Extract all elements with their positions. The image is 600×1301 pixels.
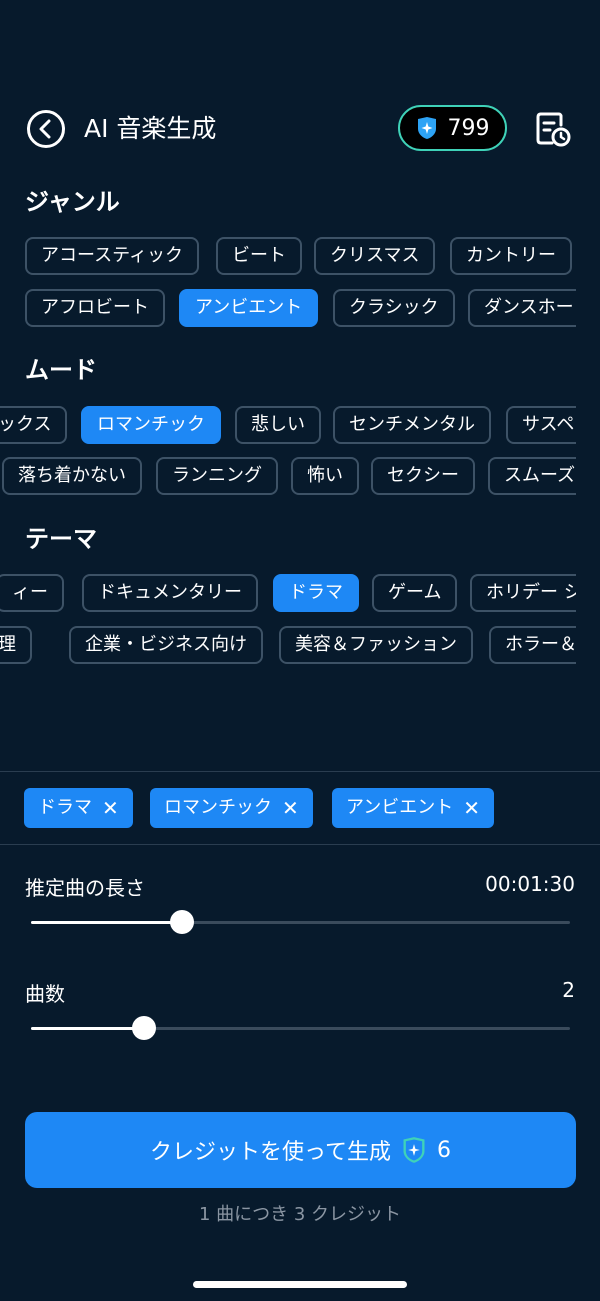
chip-genre-christmas[interactable]: クリスマス (314, 237, 436, 275)
close-icon[interactable]: ✕ (102, 788, 119, 828)
chip-mood-suspense[interactable]: サスペ (506, 406, 576, 444)
chip-mood-scary[interactable]: 怖い (291, 457, 359, 495)
screen: AI 音楽生成 799 ジャンル アコースティック ビート クリスマス カントリ… (0, 0, 600, 1301)
selected-tag-ambient[interactable]: アンビエント ✕ (332, 788, 495, 828)
generate-cost: 6 (436, 1137, 451, 1163)
length-slider-fill (31, 921, 182, 924)
credit-count: 799 (447, 115, 490, 141)
history-clock-icon (536, 112, 571, 147)
chip-mood-sad[interactable]: 悲しい (235, 406, 321, 444)
selected-tag-label: アンビエント (346, 797, 454, 818)
length-value: 00:01:30 (485, 872, 575, 896)
chip-theme-beauty-fashion[interactable]: 美容＆ファッション (279, 626, 473, 664)
credit-per-song-note: 1 曲につき 3 クレジット (198, 1204, 402, 1225)
chip-theme-business[interactable]: 企業・ビジネス向け (69, 626, 263, 664)
count-slider-fill (31, 1027, 144, 1030)
home-indicator (193, 1281, 407, 1288)
genre-row-2: アフロビート アンビエント クラシック ダンスホー (25, 289, 576, 327)
chip-theme-game[interactable]: ゲーム (372, 574, 458, 612)
count-slider-track[interactable] (31, 1016, 570, 1040)
chip-theme-drama[interactable]: ドラマ (273, 574, 359, 612)
chip-genre-afrobeat[interactable]: アフロビート (25, 289, 165, 327)
selected-tag-drama[interactable]: ドラマ ✕ (24, 788, 133, 828)
length-slider-track[interactable] (31, 910, 570, 934)
selected-tag-romantic[interactable]: ロマンチック ✕ (150, 788, 313, 828)
chip-genre-country[interactable]: カントリー (450, 237, 572, 275)
chip-theme-cooking[interactable]: 理 (0, 626, 32, 664)
selected-tag-label: ロマンチック (164, 797, 272, 818)
chip-mood-restless[interactable]: 落ち着かない (2, 457, 142, 495)
genre-row-1: アコースティック ビート クリスマス カントリー (25, 237, 576, 275)
credit-shield-icon (403, 1137, 425, 1163)
selected-tag-label: ドラマ (38, 797, 92, 818)
count-value: 2 (562, 978, 575, 1002)
chip-genre-classic[interactable]: クラシック (333, 289, 455, 327)
close-icon[interactable]: ✕ (282, 788, 299, 828)
chevron-left-icon (39, 119, 51, 139)
count-label: 曲数 (25, 982, 65, 1006)
chip-mood-relax[interactable]: ックス (0, 406, 68, 444)
chip-mood-smooth[interactable]: スムーズ (488, 457, 576, 495)
theme-row-1: ィー ドキュメンタリー ドラマ ゲーム ホリデー シ (0, 574, 576, 612)
chip-mood-romantic[interactable]: ロマンチック (81, 406, 221, 444)
credit-balance[interactable]: 799 (398, 105, 507, 151)
credit-shield-icon (417, 117, 436, 139)
mood-row-1: ックス ロマンチック 悲しい センチメンタル サスペ (0, 406, 576, 444)
genre-section-title: ジャンル (25, 188, 120, 216)
divider-top (0, 771, 600, 772)
divider-bottom (0, 844, 600, 845)
theme-row-2: 理 企業・ビジネス向け 美容＆ファッション ホラー＆ (0, 626, 576, 664)
chip-theme-documentary[interactable]: ドキュメンタリー (82, 574, 258, 612)
chip-genre-beat[interactable]: ビート (216, 237, 302, 275)
chip-theme-horror[interactable]: ホラー＆ (489, 626, 576, 664)
chip-genre-dancehall[interactable]: ダンスホー (468, 289, 576, 327)
close-icon[interactable]: ✕ (463, 788, 480, 828)
theme-section-title: テーマ (25, 525, 97, 553)
mood-section-title: ムード (25, 356, 97, 384)
page-title: AI 音楽生成 (84, 114, 217, 143)
history-button[interactable] (535, 111, 571, 147)
back-button[interactable] (27, 110, 65, 148)
length-label: 推定曲の長さ (25, 876, 145, 900)
chip-mood-sexy[interactable]: セクシー (371, 457, 475, 495)
generate-button[interactable]: クレジットを使って生成 6 (25, 1112, 576, 1188)
count-slider-thumb[interactable] (132, 1016, 156, 1040)
length-slider-thumb[interactable] (170, 910, 194, 934)
chip-genre-ambient[interactable]: アンビエント (179, 289, 319, 327)
chip-genre-acoustic[interactable]: アコースティック (25, 237, 200, 275)
mood-row-2: 落ち着かない ランニング 怖い セクシー スムーズ (0, 457, 576, 495)
chip-mood-running[interactable]: ランニング (156, 457, 278, 495)
chip-theme-holiday[interactable]: ホリデー シ (470, 574, 576, 612)
chip-theme-party[interactable]: ィー (0, 574, 64, 612)
generate-button-label: クレジットを使って生成 (150, 1140, 391, 1165)
chip-mood-sentimental[interactable]: センチメンタル (333, 406, 491, 444)
